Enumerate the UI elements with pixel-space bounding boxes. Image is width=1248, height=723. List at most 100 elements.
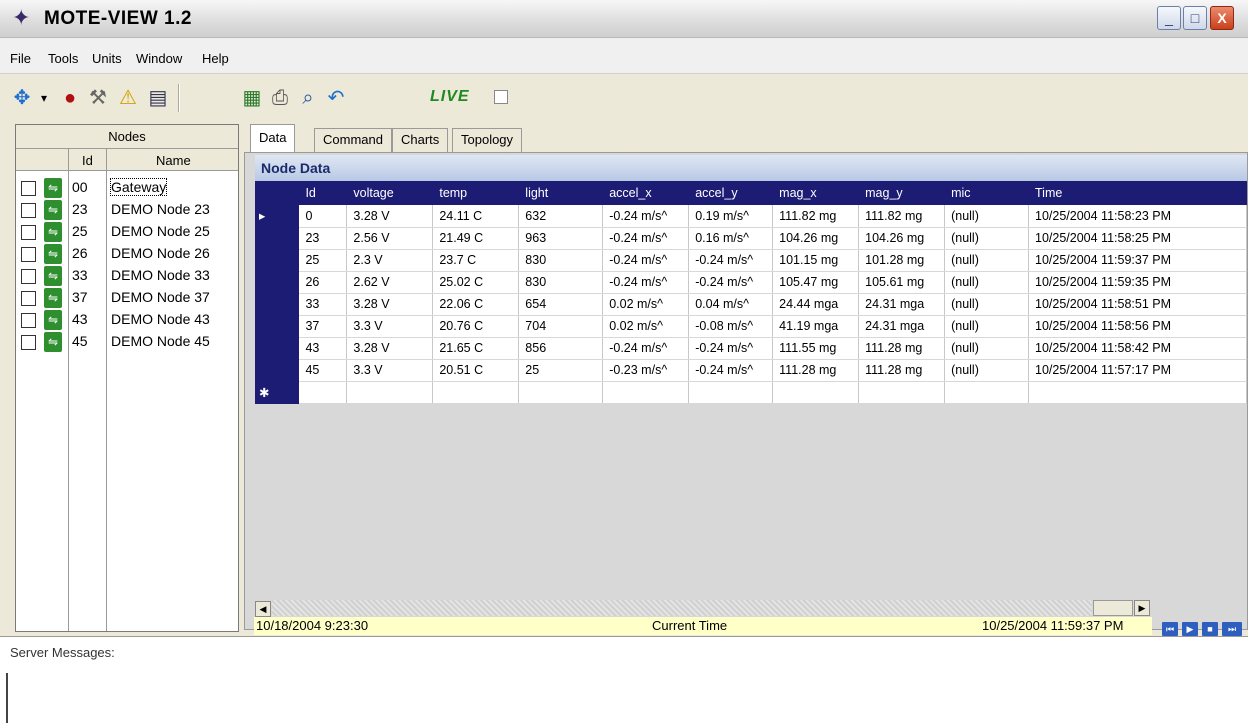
- table-cell[interactable]: 830: [518, 249, 604, 272]
- table-cell[interactable]: 111.55 mg: [772, 337, 860, 360]
- table-row[interactable]: 25 2.3 V 23.7 C 830 -0.24 m/s^ -0.24 m/s^ 101.…: [255, 249, 1247, 272]
- node-row[interactable]: ⇋ 23 DEMO Node 23: [16, 199, 238, 221]
- menu-file[interactable]: File: [10, 51, 31, 66]
- row-selector[interactable]: [255, 227, 300, 250]
- table-cell[interactable]: -0.08 m/s^: [688, 315, 774, 338]
- table-cell[interactable]: 10/25/2004 11:58:56 PM: [1028, 315, 1247, 338]
- table-cell[interactable]: 105.61 mg: [858, 271, 946, 294]
- table-cell[interactable]: 37: [298, 315, 348, 338]
- node-checkbox[interactable]: [21, 203, 36, 218]
- menu-tools[interactable]: Tools: [48, 51, 78, 66]
- table-cell[interactable]: 10/25/2004 11:58:51 PM: [1028, 293, 1247, 316]
- row-selector[interactable]: [255, 271, 300, 294]
- table-cell[interactable]: 2.56 V: [346, 227, 434, 250]
- last-record-icon[interactable]: ⏭: [1222, 622, 1242, 636]
- table-cell[interactable]: 104.26 mg: [772, 227, 860, 250]
- table-cell[interactable]: 20.76 C: [432, 315, 520, 338]
- minimize-button[interactable]: _: [1157, 6, 1181, 30]
- traffic-light-icon[interactable]: ●: [56, 84, 84, 112]
- table-cell[interactable]: 111.28 mg: [858, 359, 946, 382]
- table-cell[interactable]: 21.65 C: [432, 337, 520, 360]
- table-cell[interactable]: (null): [944, 249, 1030, 272]
- table-cell[interactable]: 0: [298, 205, 348, 228]
- menu-units[interactable]: Units: [92, 51, 122, 66]
- tab-command[interactable]: Command: [314, 128, 392, 152]
- table-cell[interactable]: -0.24 m/s^: [602, 205, 690, 228]
- table-row[interactable]: 37 3.3 V 20.76 C 704 0.02 m/s^ -0.08 m/s^ 41.1…: [255, 315, 1247, 338]
- horizontal-scrollbar[interactable]: [272, 600, 1092, 616]
- table-cell[interactable]: -0.24 m/s^: [602, 271, 690, 294]
- nodes-col-name[interactable]: Name: [156, 153, 191, 168]
- column-header[interactable]: voltage: [346, 181, 434, 205]
- table-cell[interactable]: [688, 381, 774, 404]
- table-row[interactable]: 43 3.28 V 21.65 C 856 -0.24 m/s^ -0.24 m/s^ 11…: [255, 337, 1247, 360]
- table-cell[interactable]: 41.19 mga: [772, 315, 860, 338]
- row-selector[interactable]: [255, 337, 300, 360]
- table-cell[interactable]: 24.31 mga: [858, 315, 946, 338]
- table-cell[interactable]: 24.44 mga: [772, 293, 860, 316]
- table-cell[interactable]: 10/25/2004 11:59:35 PM: [1028, 271, 1247, 294]
- print-icon[interactable]: ⎙: [266, 84, 294, 112]
- column-header[interactable]: mag_x: [772, 181, 860, 205]
- table-cell[interactable]: -0.24 m/s^: [688, 271, 774, 294]
- scroll-right-button[interactable]: ▶: [1134, 600, 1150, 616]
- row-selector[interactable]: [255, 315, 300, 338]
- table-cell[interactable]: -0.23 m/s^: [602, 359, 690, 382]
- table-cell[interactable]: 0.02 m/s^: [602, 315, 690, 338]
- table-cell[interactable]: [346, 381, 434, 404]
- nodes-col-id[interactable]: Id: [82, 153, 93, 168]
- table-cell[interactable]: 654: [518, 293, 604, 316]
- scroll-left-button[interactable]: ◀: [255, 601, 271, 617]
- table-cell[interactable]: 20.51 C: [432, 359, 520, 382]
- table-cell[interactable]: (null): [944, 315, 1030, 338]
- dropdown-arrow-icon[interactable]: ▾: [36, 84, 52, 112]
- table-row[interactable]: 23 2.56 V 21.49 C 963 -0.24 m/s^ 0.16 m/s^ 104…: [255, 227, 1247, 250]
- column-header[interactable]: Time: [1028, 181, 1247, 205]
- play-icon[interactable]: ▶: [1182, 622, 1198, 636]
- node-row[interactable]: ⇋ 33 DEMO Node 33: [16, 265, 238, 287]
- table-cell[interactable]: 2.62 V: [346, 271, 434, 294]
- live-checkbox[interactable]: [494, 90, 508, 104]
- table-cell[interactable]: 3.3 V: [346, 315, 434, 338]
- node-checkbox[interactable]: [21, 291, 36, 306]
- network-icon[interactable]: ✥: [8, 84, 36, 112]
- node-row[interactable]: ⇋ 00 Gateway: [16, 177, 238, 199]
- table-cell[interactable]: (null): [944, 337, 1030, 360]
- maximize-button[interactable]: □: [1183, 6, 1207, 30]
- table-cell[interactable]: 632: [518, 205, 604, 228]
- table-cell[interactable]: 0.16 m/s^: [688, 227, 774, 250]
- column-header[interactable]: light: [518, 181, 604, 205]
- table-cell[interactable]: 33: [298, 293, 348, 316]
- table-cell[interactable]: 704: [518, 315, 604, 338]
- table-cell[interactable]: 963: [518, 227, 604, 250]
- table-cell[interactable]: 111.82 mg: [858, 205, 946, 228]
- table-cell[interactable]: 25.02 C: [432, 271, 520, 294]
- node-checkbox[interactable]: [21, 269, 36, 284]
- table-cell[interactable]: -0.24 m/s^: [602, 337, 690, 360]
- export-icon[interactable]: ▦: [238, 84, 266, 112]
- table-cell[interactable]: (null): [944, 227, 1030, 250]
- tab-charts[interactable]: Charts: [392, 128, 449, 152]
- tab-data[interactable]: Data: [250, 124, 296, 152]
- column-header[interactable]: mic: [944, 181, 1030, 205]
- preview-icon[interactable]: ⌕: [294, 84, 322, 112]
- table-cell[interactable]: 105.47 mg: [772, 271, 860, 294]
- table-cell[interactable]: 23: [298, 227, 348, 250]
- table-cell[interactable]: 0.04 m/s^: [688, 293, 774, 316]
- table-cell[interactable]: (null): [944, 359, 1030, 382]
- node-row[interactable]: ⇋ 43 DEMO Node 43: [16, 309, 238, 331]
- menu-window[interactable]: Window: [136, 51, 182, 66]
- table-cell[interactable]: [432, 381, 520, 404]
- table-row[interactable]: 33 3.28 V 22.06 C 654 0.02 m/s^ 0.04 m/s^ 24.4…: [255, 293, 1247, 316]
- node-checkbox[interactable]: [21, 247, 36, 262]
- table-cell[interactable]: 3.28 V: [346, 293, 434, 316]
- display-icon[interactable]: ▤: [144, 84, 172, 112]
- node-checkbox[interactable]: [21, 313, 36, 328]
- table-cell[interactable]: 10/25/2004 11:58:23 PM: [1028, 205, 1247, 228]
- table-cell[interactable]: (null): [944, 271, 1030, 294]
- table-cell[interactable]: 830: [518, 271, 604, 294]
- table-cell[interactable]: 2.3 V: [346, 249, 434, 272]
- stop-icon[interactable]: ■: [1202, 622, 1218, 636]
- node-checkbox[interactable]: [21, 335, 36, 350]
- table-cell[interactable]: 101.28 mg: [858, 249, 946, 272]
